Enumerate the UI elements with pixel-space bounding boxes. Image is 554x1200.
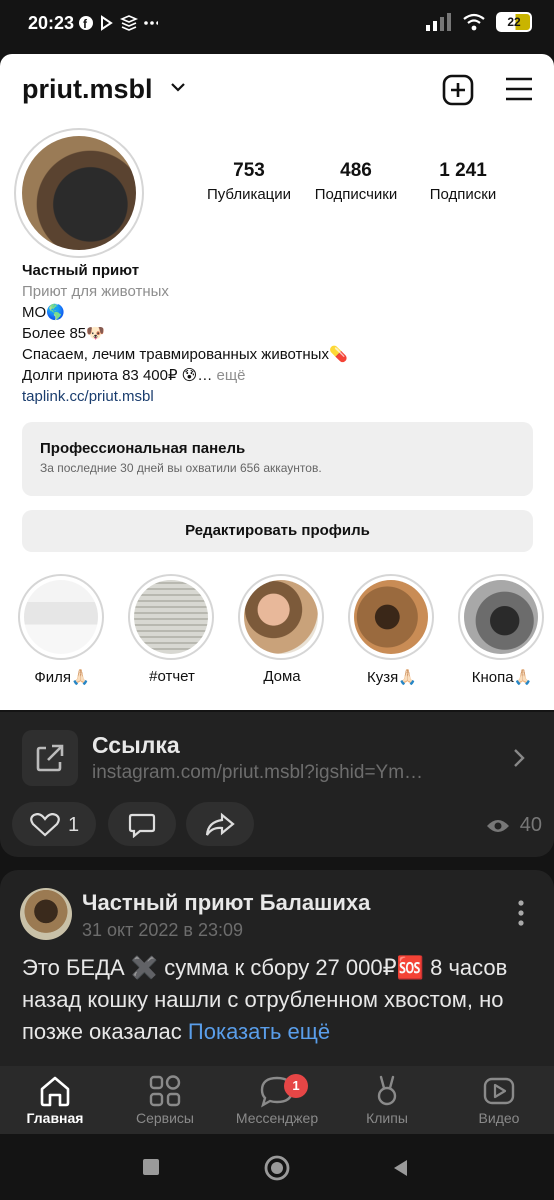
external-link-icon bbox=[22, 730, 78, 786]
bio-line: Долги приюта 83 400₽ 😰… ещё bbox=[22, 365, 348, 386]
tab-label: Мессенджер bbox=[235, 1110, 319, 1126]
stat-followers: 486 Подписчики bbox=[306, 160, 406, 203]
signal-icon bbox=[426, 13, 451, 31]
highlight-label: #отчет bbox=[149, 668, 195, 685]
highlight-image bbox=[24, 580, 98, 654]
view-count: 40 bbox=[486, 814, 542, 837]
stat-value: 1 241 bbox=[439, 160, 487, 181]
stat-following: 1 241 Подписки bbox=[418, 160, 508, 203]
link-url: instagram.com/priut.msbl?igshid=Ym… bbox=[92, 762, 424, 783]
post-date: 31 окт 2022 в 23:09 bbox=[82, 920, 244, 940]
highlight-item: Кнопа🙏🏻 bbox=[458, 574, 546, 686]
highlight-item: #отчет bbox=[128, 574, 216, 685]
home-circle-icon[interactable] bbox=[263, 1154, 291, 1182]
battery-icon: 22 bbox=[496, 12, 532, 32]
heart-icon bbox=[30, 813, 60, 837]
highlight-image bbox=[244, 580, 318, 654]
pro-panel-title: Профессиональная панель bbox=[40, 440, 246, 457]
highlight-image bbox=[464, 580, 538, 654]
bio-debt-text: Долги приюта 83 400₽ 😰… bbox=[22, 367, 213, 384]
bottom-tab-bar: Главная Сервисы Мессенджер 1 Клипы Видео bbox=[0, 1066, 554, 1134]
bio-category: Приют для животных bbox=[22, 283, 169, 300]
bio-line: Спасаем, лечим травмированных животных💊 bbox=[22, 346, 348, 363]
highlight-label: Дома bbox=[263, 668, 301, 685]
instagram-profile-screenshot: priut.msbl 753 Публикации 486 Подписчики… bbox=[0, 54, 554, 710]
stat-label: Подписки bbox=[429, 186, 497, 203]
profile-header: priut.msbl bbox=[22, 72, 534, 112]
highlight-label: Кузя🙏🏻 bbox=[367, 669, 417, 686]
edit-profile-button: Редактировать профиль bbox=[22, 510, 533, 552]
tab-messenger[interactable]: Мессенджер 1 bbox=[222, 1072, 332, 1126]
status-time: 20:23 bbox=[28, 13, 75, 33]
bio-more: ещё bbox=[212, 367, 246, 384]
tab-label: Сервисы bbox=[135, 1110, 194, 1126]
comment-button[interactable] bbox=[108, 802, 176, 846]
tab-clips[interactable]: Клипы bbox=[332, 1072, 442, 1126]
profile-username: priut.msbl bbox=[22, 74, 153, 104]
feed-post: Частный приют Балашиха 31 окт 2022 в 23:… bbox=[0, 870, 554, 1070]
chevron-right-icon bbox=[514, 749, 525, 767]
wifi-icon bbox=[463, 13, 485, 31]
stat-value: 486 bbox=[340, 160, 372, 181]
link-title: Ссылка bbox=[92, 732, 180, 758]
highlight-label: Кнопа🙏🏻 bbox=[471, 669, 533, 686]
highlight-image bbox=[134, 580, 208, 654]
share-icon bbox=[205, 812, 235, 836]
recent-apps-icon[interactable] bbox=[142, 1158, 160, 1176]
pro-panel-subtitle: За последние 30 дней вы охватили 656 акк… bbox=[40, 461, 322, 475]
tab-services[interactable]: Сервисы bbox=[110, 1072, 220, 1126]
post-author-avatar[interactable] bbox=[20, 888, 72, 940]
stat-label: Публикации bbox=[206, 186, 292, 203]
tab-label: Клипы bbox=[366, 1110, 408, 1126]
view-count-value: 40 bbox=[519, 814, 542, 836]
like-count: 1 bbox=[68, 814, 80, 836]
post-author-name[interactable]: Частный приют Балашиха bbox=[82, 890, 370, 916]
tab-label: Видео bbox=[478, 1110, 520, 1126]
hamburger-menu-icon bbox=[506, 77, 532, 101]
highlight-item: Кузя🙏🏻 bbox=[348, 574, 436, 686]
highlight-item: Дома bbox=[238, 574, 326, 685]
back-icon[interactable] bbox=[391, 1158, 409, 1178]
stat-value: 753 bbox=[233, 160, 265, 181]
show-more-link[interactable]: Показать ещё bbox=[188, 1019, 330, 1044]
home-icon bbox=[40, 1076, 70, 1107]
more-options-icon[interactable] bbox=[518, 900, 524, 926]
stat-posts: 753 Публикации bbox=[200, 160, 298, 203]
notification-icons-svg: f bbox=[79, 15, 160, 31]
comment-icon bbox=[128, 813, 156, 838]
notification-icons: f bbox=[78, 13, 160, 38]
avatar-dog-image bbox=[22, 136, 136, 250]
tab-home[interactable]: Главная bbox=[0, 1072, 110, 1126]
professional-panel: Профессиональная панель За последние 30 … bbox=[22, 422, 533, 496]
unread-badge: 1 bbox=[284, 1074, 308, 1098]
bio-name: Частный приют bbox=[22, 262, 140, 279]
eye-icon bbox=[486, 819, 509, 832]
highlight-image bbox=[354, 580, 428, 654]
svg-text:f: f bbox=[83, 17, 93, 31]
stat-label: Подписчики bbox=[314, 186, 398, 203]
system-navigation-bar bbox=[0, 1134, 554, 1200]
create-post-icon bbox=[442, 74, 474, 106]
share-button[interactable] bbox=[186, 802, 254, 846]
chevron-down-icon bbox=[171, 83, 185, 92]
bio-link: taplink.cc/priut.msbl bbox=[22, 388, 154, 405]
services-icon bbox=[149, 1075, 181, 1107]
bio-line: Более 85🐶 bbox=[22, 325, 105, 342]
highlight-item: Филя🙏🏻 bbox=[18, 574, 106, 686]
status-bar: 20:23 f 22 bbox=[0, 0, 554, 48]
tab-video[interactable]: Видео bbox=[444, 1072, 554, 1126]
post-text: Это БЕДА ✖️ сумма к сбору 27 000₽🆘 8 час… bbox=[22, 952, 542, 1048]
video-icon bbox=[483, 1077, 515, 1105]
story-highlights: Филя🙏🏻 #отчет Дома Кузя🙏🏻 Кнопа🙏🏻 bbox=[14, 574, 554, 694]
profile-bio: Частный приют Приют для животных МО🌎 Бол… bbox=[22, 260, 348, 407]
profile-avatar bbox=[14, 128, 144, 258]
link-attachment-card[interactable]: Ссылка instagram.com/priut.msbl?igshid=Y… bbox=[0, 712, 554, 857]
like-button[interactable]: 1 bbox=[12, 802, 96, 846]
clips-icon bbox=[377, 1075, 397, 1106]
bio-line: МО🌎 bbox=[22, 304, 65, 321]
highlight-label: Филя🙏🏻 bbox=[34, 669, 90, 686]
tab-label: Главная bbox=[26, 1110, 84, 1126]
